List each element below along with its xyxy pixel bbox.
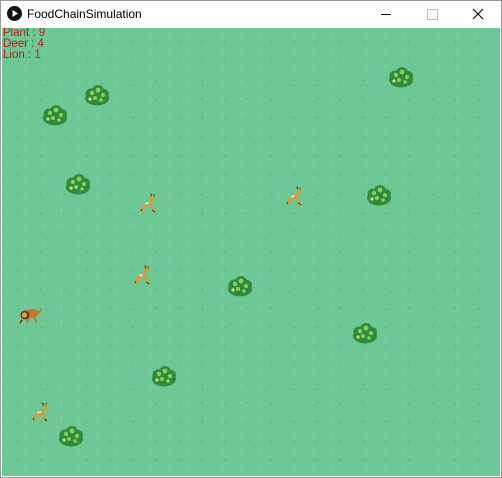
app-window: FoodChainSimulation Plant : 9 Deer : 4 L… [0, 0, 502, 478]
population-counters: Plant : 9 Deer : 4 Lion : 1 [3, 28, 45, 61]
processing-play-icon [7, 6, 22, 21]
maximize-button[interactable] [409, 1, 455, 27]
minimize-button[interactable] [363, 1, 409, 27]
close-button[interactable] [455, 1, 501, 27]
lion-counter: Lion : 1 [3, 49, 41, 61]
window-title: FoodChainSimulation [27, 7, 142, 21]
title-bar[interactable]: FoodChainSimulation [1, 1, 501, 27]
simulation-canvas[interactable]: Plant : 9 Deer : 4 Lion : 1 [2, 28, 500, 476]
